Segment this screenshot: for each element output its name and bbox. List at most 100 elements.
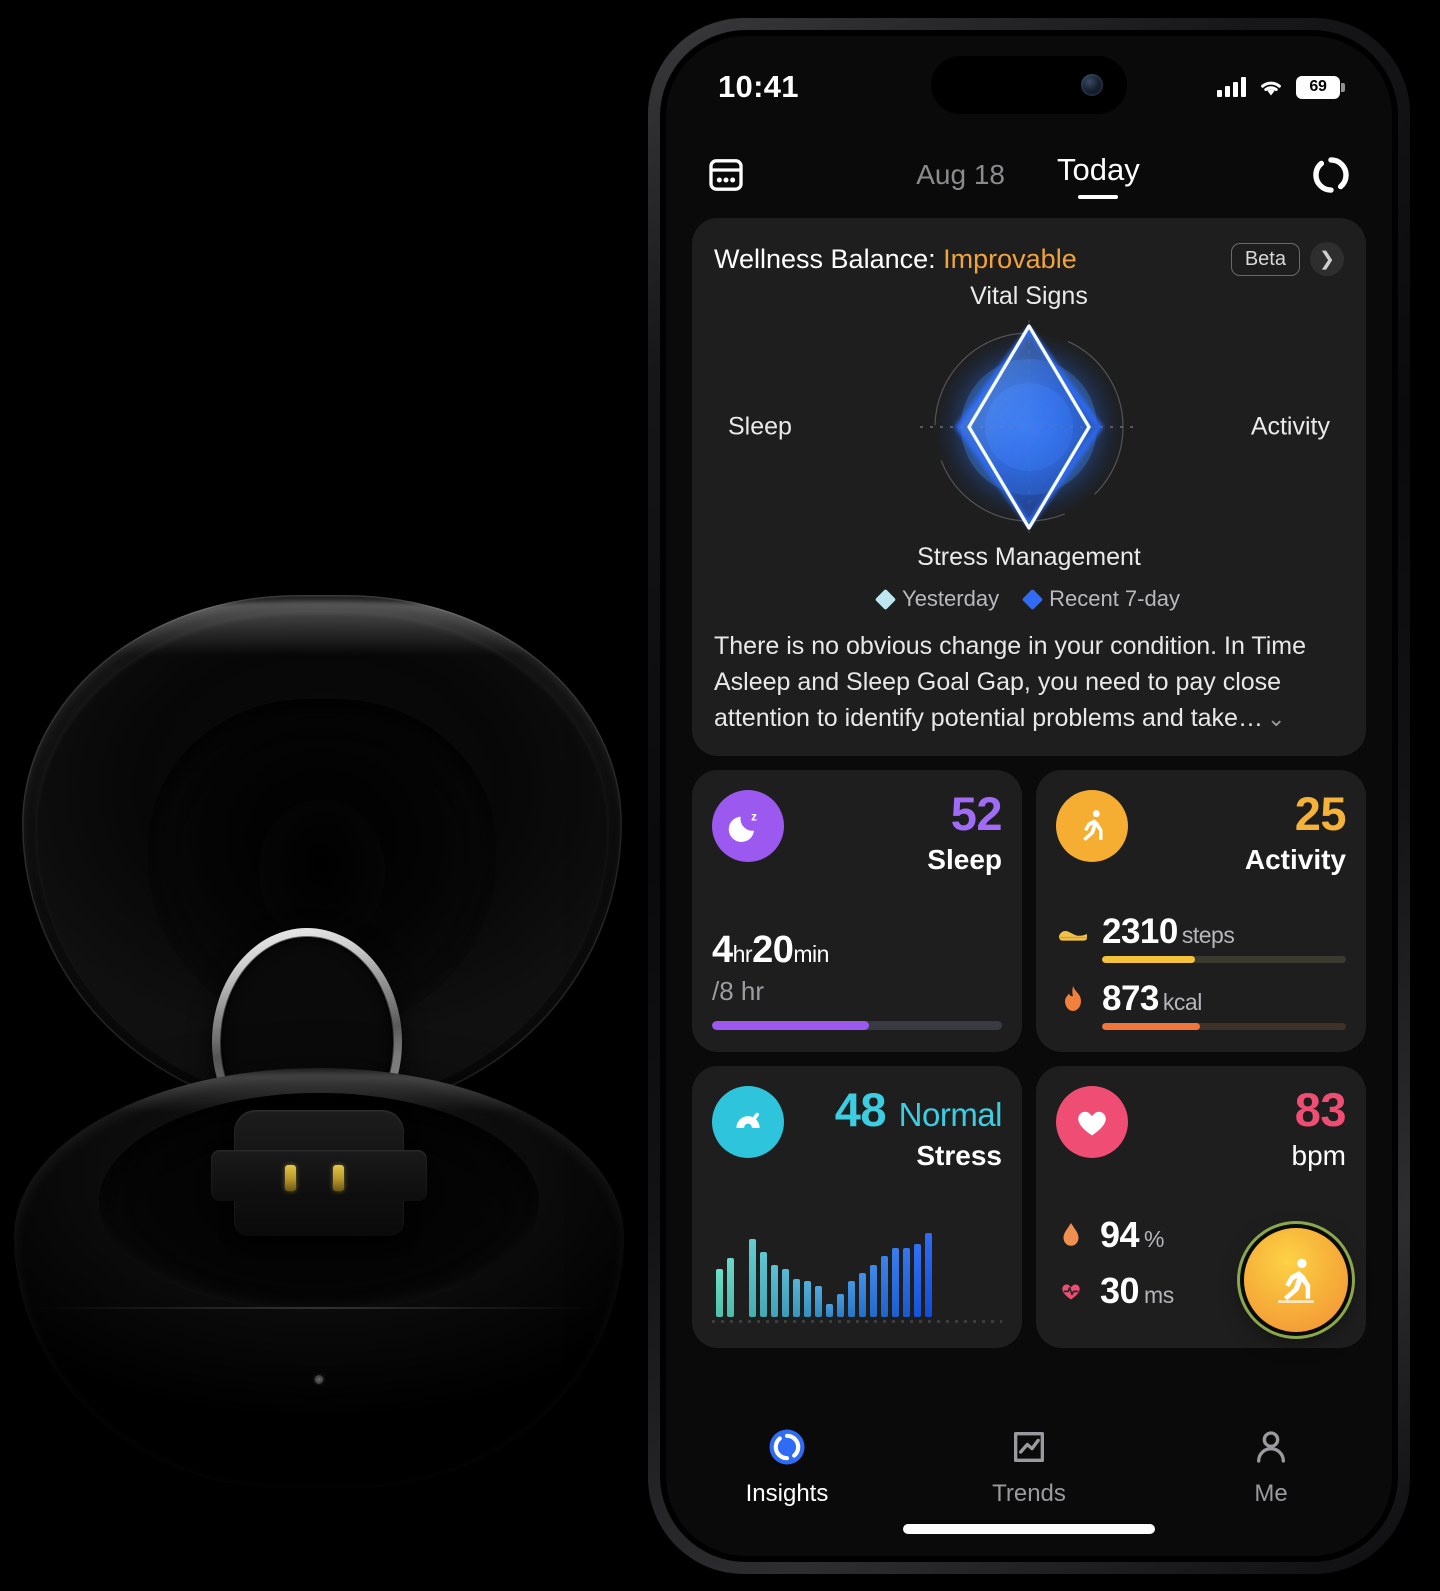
nav-active-underline xyxy=(1078,194,1119,199)
dynamic-island xyxy=(931,56,1127,114)
hrv-number: 30 xyxy=(1100,1270,1140,1311)
battery-indicator: 69 xyxy=(1296,75,1345,99)
chevron-down-icon[interactable]: ⌄ xyxy=(1267,703,1285,735)
sleep-card-body: 4hr20min /8 hr xyxy=(712,929,1002,1030)
stress-bar xyxy=(848,1281,855,1317)
heart-icon xyxy=(1056,1086,1128,1158)
spo2-value: 94% xyxy=(1100,1214,1164,1256)
legend-label-yesterday: Yesterday xyxy=(902,586,1000,611)
heart-rate-value: 83 xyxy=(1294,1083,1347,1136)
charging-cradle xyxy=(211,1110,427,1236)
wellness-balance-card[interactable]: Wellness Balance: Improvable Beta ❯ Vita… xyxy=(692,218,1366,756)
stress-card[interactable]: 48 Normal Stress xyxy=(692,1066,1022,1348)
sleep-hours-unit: hr xyxy=(732,941,753,967)
stress-bar xyxy=(903,1247,910,1317)
wellness-title-prefix: Wellness Balance: xyxy=(714,243,936,274)
activity-card[interactable]: 25 Activity 2310 steps 873 kcal xyxy=(1036,770,1366,1052)
wellness-card-header: Wellness Balance: Improvable Beta ❯ xyxy=(714,242,1344,276)
stress-chart-axis xyxy=(712,1320,1002,1323)
svg-text:z: z xyxy=(751,810,757,823)
cellular-signal-icon xyxy=(1217,77,1246,97)
heart-card-header: 83 bpm xyxy=(1056,1083,1347,1172)
steps-progress-fill xyxy=(1102,956,1195,963)
phone-bezel: 10:41 69 Aug 18 Today Wellness Balance: … xyxy=(660,30,1398,1562)
wellness-description[interactable]: There is no obvious change in your condi… xyxy=(714,628,1344,736)
heart-value-block: 83 bpm xyxy=(1291,1083,1347,1172)
radar-axis-label-sleep: Sleep xyxy=(728,412,792,441)
charging-pin-right xyxy=(332,1165,344,1192)
nav-today-label: Today xyxy=(1057,151,1140,187)
stress-bar xyxy=(804,1281,811,1317)
sleep-card[interactable]: z 52 Sleep 4hr20min /8 hr xyxy=(692,770,1022,1052)
steps-value: 2310 steps xyxy=(1102,912,1235,952)
stress-bar xyxy=(837,1293,844,1317)
kcal-unit: kcal xyxy=(1162,989,1202,1015)
top-navigation-bar: Aug 18 Today xyxy=(666,132,1392,218)
status-bar: 10:41 69 xyxy=(666,36,1392,132)
date-selector: Aug 18 Today xyxy=(764,152,1292,199)
status-indicators: 69 xyxy=(1217,75,1345,99)
hrv-value: 30 ms xyxy=(1100,1270,1174,1312)
stress-bar xyxy=(716,1268,723,1317)
status-time: 10:41 xyxy=(718,69,799,104)
kcal-value: 873 kcal xyxy=(1102,979,1202,1019)
ring-sync-icon[interactable] xyxy=(1310,154,1352,196)
legend-swatch-yesterday xyxy=(874,588,897,610)
phone-screen: 10:41 69 Aug 18 Today Wellness Balance: … xyxy=(666,36,1392,1556)
tab-trends[interactable]: Trends xyxy=(908,1424,1150,1508)
sleep-score: 52 xyxy=(950,787,1003,840)
steps-unit: steps xyxy=(1181,922,1235,948)
tab-insights[interactable]: Insights xyxy=(666,1424,908,1508)
stress-bar xyxy=(892,1247,899,1317)
heart-rate-unit: bpm xyxy=(1291,1140,1346,1171)
activity-score-block: 25 Activity xyxy=(1244,790,1347,876)
tab-label-trends: Trends xyxy=(992,1480,1066,1507)
beta-badge: Beta xyxy=(1230,242,1300,276)
sleep-hours: 4 xyxy=(712,929,733,971)
sleep-minutes: 20 xyxy=(752,929,794,971)
sleep-progress-track xyxy=(712,1021,1002,1030)
steps-progress-track xyxy=(1102,956,1346,963)
legend-item-recent-7day: Recent 7-day xyxy=(1021,586,1180,612)
case-base xyxy=(14,1068,624,1488)
stress-bar xyxy=(760,1251,767,1317)
kcal-row: 873 kcal xyxy=(1056,979,1346,1019)
heart-rate-card[interactable]: 83 bpm 94% 30 ms xyxy=(1036,1066,1366,1348)
main-content: Wellness Balance: Improvable Beta ❯ Vita… xyxy=(666,218,1392,1406)
stress-score-block: 48 Normal Stress xyxy=(835,1086,1003,1172)
tab-label-me: Me xyxy=(1254,1480,1288,1507)
calendar-icon[interactable] xyxy=(706,155,746,195)
sleep-progress-fill xyxy=(712,1021,869,1030)
running-person-icon xyxy=(1056,790,1128,862)
stress-bar xyxy=(925,1233,932,1317)
stress-bar xyxy=(771,1264,778,1317)
sleep-card-header: z 52 Sleep xyxy=(712,790,1002,876)
wellness-radar-chart: Vital Signs Activity Stress Management S… xyxy=(714,282,1344,572)
case-status-led xyxy=(314,1374,324,1384)
radar-legend: Yesterday Recent 7-day xyxy=(714,586,1344,612)
tab-me[interactable]: Me xyxy=(1150,1424,1392,1508)
stress-bar xyxy=(749,1239,756,1317)
wellness-description-text: There is no obvious change in your condi… xyxy=(714,632,1307,732)
front-camera-icon xyxy=(1081,74,1103,96)
chevron-right-icon[interactable]: ❯ xyxy=(1310,242,1344,276)
blood-drop-icon xyxy=(1056,1219,1086,1251)
kcal-progress-fill xyxy=(1102,1023,1200,1030)
nav-date-previous[interactable]: Aug 18 xyxy=(916,159,1005,191)
activity-card-header: 25 Activity xyxy=(1056,790,1347,876)
sleep-score-block: 52 Sleep xyxy=(927,790,1002,876)
sleep-moon-icon: z xyxy=(712,790,784,862)
hrv-unit: ms xyxy=(1144,1282,1174,1308)
stress-bar-chart xyxy=(712,1233,1002,1326)
sleep-duration: 4hr20min xyxy=(712,929,1002,972)
stress-card-label: Stress xyxy=(916,1140,1002,1171)
activity-card-label: Activity xyxy=(1244,844,1346,875)
stress-bar xyxy=(793,1279,800,1317)
stress-card-header: 48 Normal Stress xyxy=(712,1086,1003,1172)
nav-tab-today[interactable]: Today xyxy=(1057,152,1140,199)
stress-state: Normal xyxy=(898,1096,1003,1133)
start-workout-fab[interactable] xyxy=(1244,1228,1348,1332)
ring-insights-icon xyxy=(764,1424,810,1470)
sleep-card-label: Sleep xyxy=(927,844,1002,875)
wifi-icon xyxy=(1261,81,1281,95)
